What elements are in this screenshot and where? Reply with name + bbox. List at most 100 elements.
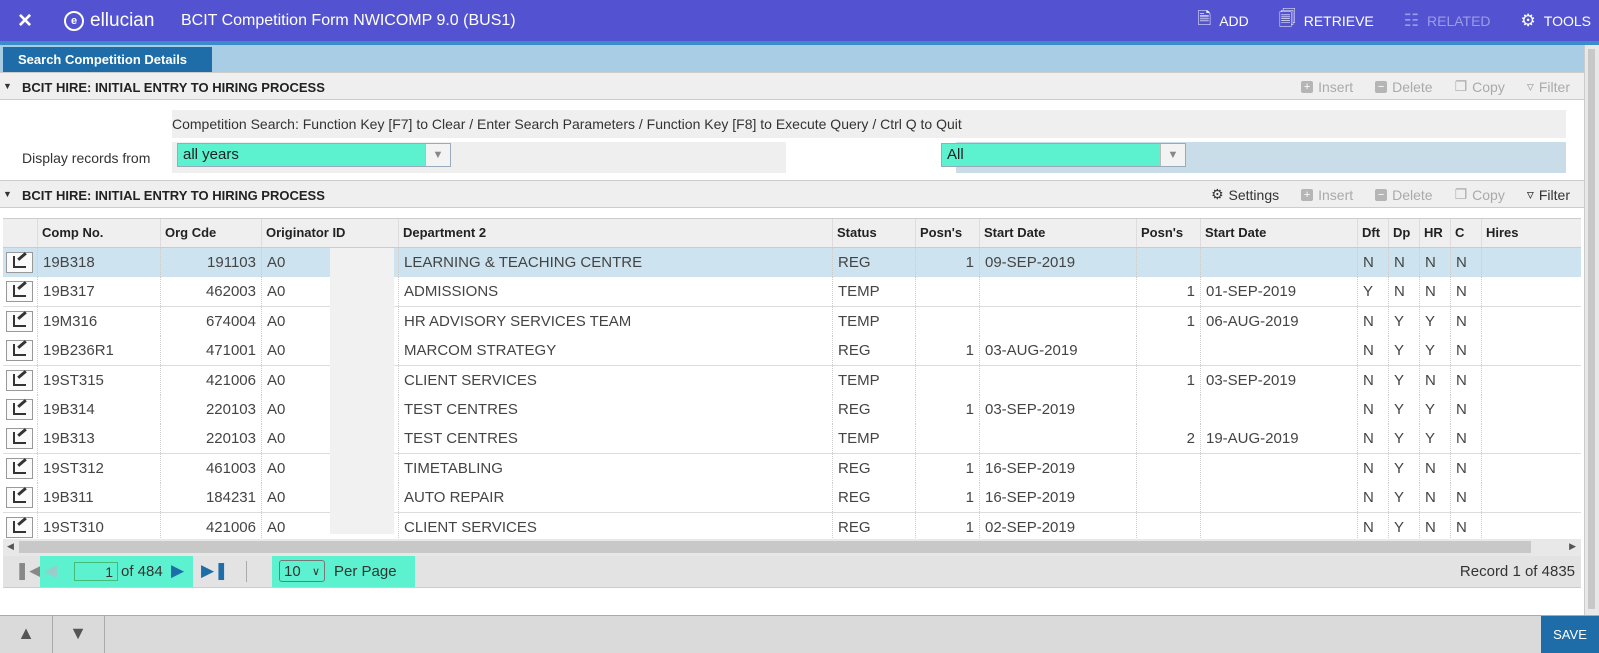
table-row[interactable]: 19B236R1 471001 A0 MARCOM STRATEGY REG 1 03-AU… [3,336,1581,367]
cell-hr[interactable]: N [1419,483,1450,513]
page-scroll-thumb[interactable] [1588,49,1595,609]
status-select[interactable]: All ▼ [941,143,1186,167]
cell-comp-no[interactable]: 19B314 [37,395,160,424]
scroll-left-icon[interactable]: ◀ [7,541,14,552]
cell-org-cde[interactable]: 461003 [160,453,261,483]
cell-start-date-2[interactable] [1200,512,1357,542]
cell-posns-2[interactable] [1136,512,1200,542]
table-row[interactable]: 19M316 674004 A0 HR ADVISORY SERVICES TEAM T… [3,306,1581,337]
cell-comp-no[interactable]: 19ST312 [37,453,160,483]
edit-record-icon[interactable] [6,428,33,450]
edit-record-icon[interactable] [6,399,33,420]
cell-comp-no[interactable]: 19B311 [37,483,160,513]
cell-dft[interactable]: N [1357,336,1388,366]
insert-button[interactable]: + Insert [1301,186,1353,203]
cell-posns-2[interactable] [1136,453,1200,483]
cell-start-date-2[interactable]: 06-AUG-2019 [1200,306,1357,336]
cell-posns-2[interactable]: 1 [1136,365,1200,395]
cell-comp-no[interactable]: 19ST315 [37,365,160,395]
next-page-icon[interactable]: ▶ [171,561,184,581]
column-header-start-date-2[interactable]: Start Date [1200,219,1357,247]
add-button[interactable]: 🗎 ADD [1198,6,1249,35]
cell-org-cde[interactable]: 471001 [160,336,261,366]
cell-posns-2[interactable] [1136,248,1200,277]
prev-page-icon[interactable]: ◀ [44,561,57,581]
table-row[interactable]: 19B318 191103 A0 LEARNING & TEACHING CENTRE… [3,248,1581,278]
cell-status[interactable]: REG [832,512,915,542]
cell-c[interactable]: N [1450,306,1481,336]
table-row[interactable]: 19B317 462003 A0 ADMISSIONS TEMP 1 01-SEP-2019… [3,277,1581,308]
column-header-status[interactable]: Status [832,219,915,247]
cell-start-date-1[interactable]: 16-SEP-2019 [979,483,1136,513]
table-row[interactable]: 19B313 220103 A0 TEST CENTRES TEMP 2 19-AUG-20… [3,424,1581,455]
cell-posns-1[interactable]: 1 [915,336,979,366]
cell-posns-1[interactable]: 1 [915,248,979,277]
cell-posns-1[interactable]: 1 [915,483,979,513]
cell-hr[interactable]: N [1419,453,1450,483]
cell-c[interactable]: N [1450,424,1481,454]
column-header-posns-1[interactable]: Posn's [915,219,979,247]
filter-button[interactable]: ▿ Filter [1527,186,1570,203]
cell-hires[interactable] [1481,365,1581,395]
cell-dp[interactable]: Y [1388,306,1419,336]
cell-c[interactable]: N [1450,248,1481,277]
cell-start-date-1[interactable]: 02-SEP-2019 [979,512,1136,542]
cell-comp-no[interactable]: 19ST310 [37,512,160,542]
cell-dft[interactable]: N [1357,306,1388,336]
edit-record-icon[interactable] [6,340,33,362]
edit-record-icon[interactable] [6,457,33,479]
cell-dp[interactable]: Y [1388,424,1419,454]
column-header-start-date-1[interactable]: Start Date [979,219,1136,247]
cell-start-date-1[interactable]: 03-AUG-2019 [979,336,1136,366]
cell-hires[interactable] [1481,483,1581,513]
column-header-dp[interactable]: Dp [1388,219,1419,247]
cell-department[interactable]: HR ADVISORY SERVICES TEAM [398,306,832,336]
cell-department[interactable]: TIMETABLING [398,453,832,483]
cell-org-cde[interactable]: 220103 [160,395,261,424]
cell-hires[interactable] [1481,336,1581,366]
cell-hires[interactable] [1481,512,1581,542]
cell-org-cde[interactable]: 220103 [160,424,261,454]
cell-department[interactable]: AUTO REPAIR [398,483,832,513]
cell-org-cde[interactable]: 421006 [160,512,261,542]
edit-record-icon[interactable] [6,487,33,509]
cell-c[interactable]: N [1450,365,1481,395]
cell-posns-2[interactable]: 1 [1136,306,1200,336]
cell-start-date-1[interactable] [979,424,1136,454]
cell-hires[interactable] [1481,453,1581,483]
cell-start-date-2[interactable] [1200,248,1357,277]
cell-comp-no[interactable]: 19B313 [37,424,160,454]
cell-hr[interactable]: N [1419,248,1450,277]
column-header-originator-id[interactable]: Originator ID [261,219,398,247]
cell-start-date-1[interactable] [979,277,1136,307]
grid-scroll-thumb[interactable] [19,541,1531,553]
scroll-top-icon[interactable]: ▲ [0,616,53,653]
cell-c[interactable]: N [1450,483,1481,513]
cell-hires[interactable] [1481,424,1581,454]
cell-c[interactable]: N [1450,336,1481,366]
table-row[interactable]: 19ST315 421006 A0 CLIENT SERVICES TEMP 1 03-SE… [3,365,1581,396]
cell-department[interactable]: ADMISSIONS [398,277,832,307]
delete-button[interactable]: − Delete [1375,186,1433,203]
table-row[interactable]: 19B314 220103 A0 TEST CENTRES REG 1 03-SEP-201… [3,395,1581,425]
cell-posns-2[interactable]: 1 [1136,277,1200,307]
cell-dp[interactable]: Y [1388,365,1419,395]
save-button[interactable]: SAVE [1541,616,1599,653]
cell-posns-1[interactable] [915,424,979,454]
cell-start-date-2[interactable] [1200,453,1357,483]
column-header-dft[interactable]: Dft [1357,219,1388,247]
cell-dft[interactable]: N [1357,424,1388,454]
copy-button[interactable]: ❐ Copy [1455,186,1505,203]
retrieve-button[interactable]: 🗐 RETRIEVE [1279,6,1374,35]
column-header-org-cde[interactable]: Org Cde [160,219,261,247]
cell-posns-2[interactable] [1136,395,1200,424]
first-page-icon[interactable]: ❚◀ [15,561,42,581]
collapse-caret-icon[interactable]: ▼ [3,189,12,199]
column-header-posns-2[interactable]: Posn's [1136,219,1200,247]
cell-hr[interactable]: Y [1419,336,1450,366]
cell-comp-no[interactable]: 19B236R1 [37,336,160,366]
edit-record-icon[interactable] [6,369,33,391]
cell-dp[interactable]: Y [1388,483,1419,513]
column-header-hr[interactable]: HR [1419,219,1450,247]
cell-start-date-2[interactable]: 01-SEP-2019 [1200,277,1357,307]
